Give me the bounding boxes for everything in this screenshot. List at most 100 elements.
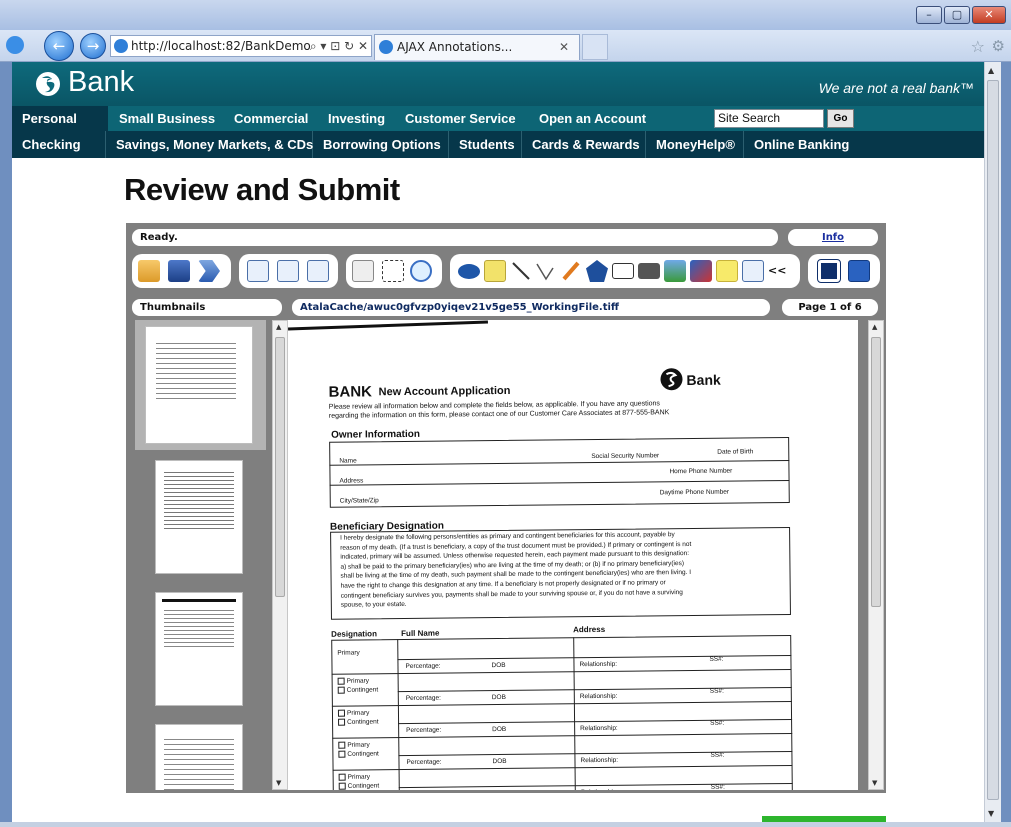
row5-ss: SS#: bbox=[710, 783, 725, 790]
address-tools[interactable]: ⌕ ▾ ⊡ ↻ ✕ bbox=[310, 36, 368, 56]
lines-annotation-icon[interactable] bbox=[534, 260, 556, 282]
subnav-moneyhelp[interactable]: MoneyHelp® bbox=[646, 131, 744, 158]
favorites-icon[interactable]: ☆ bbox=[971, 37, 985, 56]
subnav-students[interactable]: Students bbox=[449, 131, 522, 158]
col-full-name: Full Name bbox=[401, 628, 440, 639]
scroll-down-arrow-icon[interactable]: ▼ bbox=[276, 779, 281, 787]
row4-contingent-checkbox[interactable] bbox=[338, 750, 346, 758]
sticky-note-icon[interactable] bbox=[716, 260, 738, 282]
select-rect-icon[interactable] bbox=[382, 260, 404, 282]
minimize-button[interactable]: – bbox=[916, 6, 942, 24]
fit-page-icon[interactable] bbox=[307, 260, 329, 282]
row4-ss: SS#: bbox=[710, 751, 725, 759]
polygon-annotation-icon[interactable] bbox=[586, 260, 608, 282]
collapse-toolbar-icon[interactable]: << bbox=[768, 264, 786, 277]
row4-primary-checkbox[interactable] bbox=[338, 741, 346, 749]
field-name: Name bbox=[339, 457, 357, 465]
forward-icon[interactable] bbox=[198, 260, 220, 282]
stamp-annotation-icon[interactable] bbox=[690, 260, 712, 282]
thumbnail-page-1[interactable] bbox=[145, 326, 253, 444]
subnav-savings[interactable]: Savings, Money Markets, & CDs bbox=[106, 131, 313, 158]
ie-logo-icon bbox=[6, 36, 24, 54]
doc-scroll-down-arrow-icon[interactable]: ▼ bbox=[872, 779, 877, 787]
row3-contingent-checkbox[interactable] bbox=[338, 718, 346, 726]
navigation-toolbar bbox=[346, 254, 442, 288]
page-scroll-thumb[interactable] bbox=[987, 80, 999, 800]
document-scrollbar[interactable]: ▲ ▼ bbox=[868, 320, 884, 790]
text-annotation-icon[interactable] bbox=[484, 260, 506, 282]
nav-open-account[interactable]: Open an Account bbox=[529, 106, 656, 131]
row5-relationship: Relationship: bbox=[581, 789, 619, 790]
forward-button[interactable]: → bbox=[80, 33, 106, 59]
text-box-icon[interactable] bbox=[742, 260, 764, 282]
row2-contingent-checkbox[interactable] bbox=[337, 686, 345, 694]
row4-primary: Primary bbox=[338, 741, 370, 749]
subnav-cards-rewards[interactable]: Cards & Rewards bbox=[522, 131, 646, 158]
page-scroll-down-arrow-icon[interactable]: ▼ bbox=[988, 809, 994, 818]
open-folder-icon[interactable] bbox=[138, 260, 160, 282]
site-search-input[interactable]: Site Search bbox=[714, 109, 824, 128]
thumbnails-scroll-thumb[interactable] bbox=[275, 337, 285, 597]
info-link[interactable]: Info bbox=[788, 229, 878, 246]
save-icon[interactable] bbox=[168, 260, 190, 282]
nav-customer-service[interactable]: Customer Service bbox=[395, 106, 526, 131]
browser-navigation-bar: ← → http://localhost:82/BankDemo ⌕ ▾ ⊡ ↻… bbox=[0, 30, 1011, 62]
document-page-view[interactable]: BANK New Account Application Bank Please… bbox=[288, 320, 858, 790]
nav-small-business[interactable]: Small Business bbox=[109, 106, 225, 131]
address-bar[interactable]: http://localhost:82/BankDemo ⌕ ▾ ⊡ ↻ ✕ bbox=[110, 35, 372, 57]
pen-annotation-icon[interactable] bbox=[560, 260, 582, 282]
page-scrollbar[interactable]: ▲ ▼ bbox=[984, 62, 1001, 822]
thumbnail-page-4[interactable] bbox=[155, 724, 243, 790]
thumbnail-page-3[interactable] bbox=[155, 592, 243, 706]
scanned-form-page: BANK New Account Application Bank Please… bbox=[308, 328, 858, 790]
close-window-button[interactable]: ✕ bbox=[972, 6, 1006, 24]
search-go-button[interactable]: Go bbox=[827, 109, 854, 128]
doc-scroll-up-arrow-icon[interactable]: ▲ bbox=[872, 323, 877, 331]
thumbnails-scrollbar[interactable]: ▲ ▼ bbox=[272, 320, 288, 790]
nav-personal[interactable]: Personal bbox=[12, 106, 108, 131]
row2-primary-checkbox[interactable] bbox=[337, 677, 345, 685]
thumbnail-page-2[interactable] bbox=[155, 460, 243, 574]
maximize-button[interactable]: ▢ bbox=[944, 6, 970, 24]
zoom-out-icon[interactable] bbox=[277, 260, 299, 282]
row4-dob: DOB bbox=[492, 757, 507, 766]
page-viewport: Bank We are not a real bank™ Personal Sm… bbox=[12, 62, 984, 822]
row5-contingent: Contingent bbox=[338, 782, 379, 790]
row3-primary: Primary bbox=[337, 709, 369, 717]
back-button[interactable]: ← bbox=[44, 31, 74, 61]
col-address: Address bbox=[573, 624, 606, 635]
rectangle-annotation-icon[interactable] bbox=[612, 263, 634, 279]
filled-rect-annotation-icon[interactable] bbox=[638, 263, 660, 279]
scroll-up-arrow-icon[interactable]: ▲ bbox=[276, 323, 281, 331]
field-address: Address bbox=[339, 477, 364, 485]
row5-primary-checkbox[interactable] bbox=[338, 773, 346, 781]
pan-icon[interactable] bbox=[352, 260, 374, 282]
zoom-in-icon[interactable] bbox=[247, 260, 269, 282]
ellipse-annotation-icon[interactable] bbox=[458, 264, 480, 279]
line-annotation-icon[interactable] bbox=[510, 260, 532, 282]
subnav-borrowing[interactable]: Borrowing Options bbox=[313, 131, 449, 158]
scan-edge bbox=[288, 320, 488, 331]
tab-close-icon[interactable]: ✕ bbox=[559, 35, 569, 59]
subnav-online-banking[interactable]: Online Banking bbox=[744, 131, 854, 158]
subnav-checking[interactable]: Checking bbox=[12, 131, 106, 158]
browser-tab[interactable]: AJAX Annotations... ✕ bbox=[374, 34, 580, 60]
nav-investing[interactable]: Investing bbox=[318, 106, 395, 131]
row5-contingent-checkbox[interactable] bbox=[338, 782, 346, 790]
image-annotation-icon[interactable] bbox=[664, 260, 686, 282]
page-swap-icon[interactable] bbox=[848, 260, 870, 282]
zoom-toolbar bbox=[239, 254, 338, 288]
magnifier-icon[interactable] bbox=[410, 260, 432, 282]
page-scroll-up-arrow-icon[interactable]: ▲ bbox=[988, 66, 994, 75]
nav-commercial[interactable]: Commercial bbox=[224, 106, 318, 131]
document-scroll-thumb[interactable] bbox=[871, 337, 881, 607]
field-ssn: Social Security Number bbox=[591, 452, 660, 461]
page-view-icon[interactable] bbox=[817, 259, 841, 283]
browser-window: – ▢ ✕ ← → http://localhost:82/BankDemo ⌕… bbox=[0, 0, 1011, 827]
row3-primary-checkbox[interactable] bbox=[337, 709, 346, 717]
gear-icon[interactable]: ⚙ bbox=[992, 37, 1005, 55]
form-brand-heading: BANK bbox=[328, 383, 373, 401]
site-brand[interactable]: Bank bbox=[68, 66, 134, 99]
row2-percentage: Percentage: bbox=[405, 694, 441, 702]
new-tab-button[interactable] bbox=[582, 34, 608, 60]
